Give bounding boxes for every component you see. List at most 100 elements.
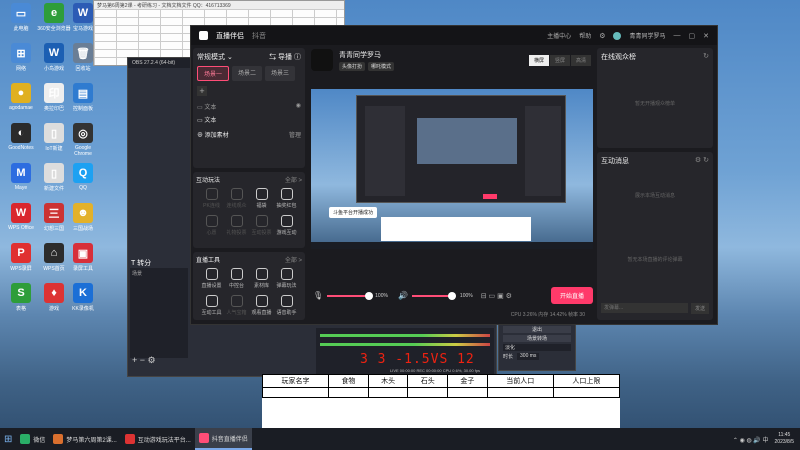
obs-control-fade[interactable]: 淡化 [503, 344, 571, 351]
desktop-icon[interactable]: W 宝马游戏 [66, 3, 100, 32]
clock[interactable]: 11:45 2023/8/5 [775, 432, 800, 446]
tool-item[interactable]: 连线观众 [225, 188, 248, 209]
help-link[interactable]: 帮助 [579, 31, 591, 40]
duration-value[interactable]: 300 ms [517, 353, 540, 360]
tool-item[interactable]: 观看直播 [250, 295, 273, 316]
channel-avatar[interactable] [311, 49, 333, 71]
table-cell[interactable] [407, 387, 449, 398]
tools-more[interactable]: 全部 > [285, 255, 302, 264]
table-cell[interactable] [328, 387, 369, 398]
desktop-icon-label: WPS Office [8, 225, 34, 231]
desktop-icon[interactable]: K KK录像机 [66, 283, 100, 312]
avatar[interactable] [613, 31, 622, 40]
desktop-icon[interactable]: P WPS录屏 [4, 243, 38, 272]
table-cell[interactable] [367, 387, 409, 398]
creator-center-link[interactable]: 主播中心 [547, 31, 571, 40]
speaker-volume-slider[interactable] [411, 291, 456, 300]
desktop-icon[interactable]: ▭ 此电脑 [4, 3, 38, 32]
desktop-icon[interactable]: 🗑 回收站 [66, 43, 100, 72]
desktop-icon[interactable]: W WPS Office [4, 203, 38, 231]
account-name[interactable]: 青青同学罗马 [629, 31, 665, 40]
tool-item[interactable]: 素材库 [250, 268, 273, 289]
source-item[interactable]: ▭ 文本 [197, 115, 301, 124]
mode-dropdown[interactable]: 常规模式 ⌄ [197, 52, 233, 62]
source-item[interactable]: ▭ 文本 ◉ [197, 102, 301, 111]
send-button[interactable]: 发送 [690, 303, 709, 314]
table-cell[interactable] [486, 387, 554, 398]
tab-scene-1[interactable]: 场景一 [197, 66, 230, 81]
tab-landscape[interactable]: 横屏 [528, 54, 549, 66]
tool-item[interactable]: 互动工具 [200, 295, 223, 316]
tool-item[interactable]: 中控台 [225, 268, 248, 289]
interact-more[interactable]: 全部 > [285, 175, 302, 184]
tool-icon [230, 215, 243, 227]
microphone-icon[interactable]: 🎙 [313, 291, 323, 300]
desktop-icon[interactable]: ▤ 控制面板 [66, 83, 100, 112]
desktop-icon[interactable]: ● agodamae [4, 83, 38, 111]
settings-icon[interactable]: ⚙ [599, 32, 605, 40]
tool-item[interactable]: 直播设置 [200, 268, 223, 289]
channel-tag[interactable]: 头像打扮 [339, 61, 366, 71]
manage-sources[interactable]: 管理 [289, 130, 301, 139]
audio-settings-icon[interactable]: ⊟ ▭ ▣ ⚙ [481, 292, 512, 300]
app-icon: ▯ [44, 123, 64, 143]
taskbar-app[interactable]: 抖音直播伴侣 [194, 428, 252, 450]
taskbar-app[interactable]: 互动游戏玩法平台... [121, 428, 195, 450]
speaker-icon[interactable]: 🔊 [398, 291, 408, 300]
desktop-icon[interactable]: ◐ GoodNotes [4, 123, 38, 151]
platform-tab[interactable]: 抖音 [252, 31, 266, 41]
obs-list-toolbar[interactable]: + − ⚙ [132, 355, 156, 366]
desktop-icon[interactable]: ⊞ 网络 [4, 43, 38, 72]
spreadsheet-window[interactable]: 玩家名字 食物 木头 石头 金子 当前人口 人口上限 [261, 374, 621, 428]
desktop-icon[interactable]: ☻ 三国战场 [66, 203, 100, 232]
desktop-icon[interactable]: ▣ 录屏工具 [66, 243, 100, 272]
live-titlebar: 直播伴侣 抖音 主播中心 帮助 ⚙ 青青同学罗马 — ▢ ✕ [191, 26, 717, 45]
tool-item[interactable]: PK连线 [200, 188, 223, 209]
tool-item[interactable]: 礼物投票 [225, 215, 248, 236]
obs-control-transition[interactable]: 场景转场 [503, 335, 571, 342]
channel-tag[interactable]: 哪吒模式 [368, 61, 395, 71]
taskbar-app-label: 梦马第六周第2课... [66, 437, 117, 444]
tool-item[interactable]: 游戏互动 [275, 215, 298, 236]
taskbar-app[interactable]: 梦马第六周第2课... [49, 428, 120, 450]
live-companion-window[interactable]: 直播伴侣 抖音 主播中心 帮助 ⚙ 青青同学罗马 — ▢ ✕ 常规模式 ⌄ ⇆ … [190, 25, 718, 325]
start-button[interactable]: ⊞ [0, 428, 16, 450]
visibility-icon[interactable]: ◉ [296, 102, 301, 111]
app-icon [198, 433, 209, 443]
tool-label: 人气宝箱 [226, 310, 247, 316]
tool-item[interactable]: 语音助手 [275, 295, 298, 316]
desktop-icon[interactable]: S 表格 [4, 283, 38, 312]
add-source-button[interactable]: ⊕ 添加素材 管理 [197, 130, 301, 139]
taskbar-app[interactable]: 微信 [16, 428, 49, 450]
close-icon[interactable]: ✕ [703, 32, 709, 40]
desktop-icon[interactable]: M Maye [4, 163, 38, 191]
tool-item[interactable]: 心愿 [200, 215, 223, 236]
refresh-icon[interactable]: ↻ [703, 52, 709, 62]
table-cell[interactable] [552, 387, 621, 398]
tab-portrait[interactable]: 竖屏 [549, 54, 570, 66]
start-live-button[interactable]: 开始直播 [550, 287, 593, 304]
mic-volume-slider[interactable] [327, 291, 373, 300]
tool-item[interactable]: 抽奖红包 [275, 188, 298, 209]
table-cell[interactable] [447, 387, 488, 398]
director-toggle[interactable]: ⇆ 导播 ⓘ [269, 52, 301, 62]
tab-hd[interactable]: 高清 [570, 54, 591, 66]
minimize-icon[interactable]: — [674, 32, 681, 39]
obs-control-exit[interactable]: 退出 [503, 326, 571, 333]
add-scene-button[interactable]: + [197, 86, 207, 96]
tool-item[interactable]: 互动投票 [250, 215, 273, 236]
stream-preview[interactable]: 斗鱼平台开播成功 [311, 89, 593, 249]
tool-icon [280, 188, 293, 200]
table-cell[interactable] [261, 387, 330, 398]
message-settings-icon[interactable]: ⚙ ↻ [695, 156, 709, 166]
maximize-icon[interactable]: ▢ [689, 32, 696, 40]
desktop-icon[interactable]: Q QQ [66, 163, 100, 191]
chat-input[interactable] [601, 303, 688, 313]
tool-item[interactable]: 福袋 [250, 188, 273, 209]
tab-scene-2[interactable]: 场景二 [232, 66, 263, 81]
desktop-icon[interactable]: ◎ Google Chrome [66, 123, 100, 157]
tray-icons[interactable]: ⌃ ◉ ◍ 🔊 中 [733, 435, 775, 444]
tab-scene-3[interactable]: 场景三 [265, 66, 296, 81]
tool-item[interactable]: 弹幕玩法 [275, 268, 298, 289]
tool-item[interactable]: 人气宝箱 [225, 295, 248, 316]
